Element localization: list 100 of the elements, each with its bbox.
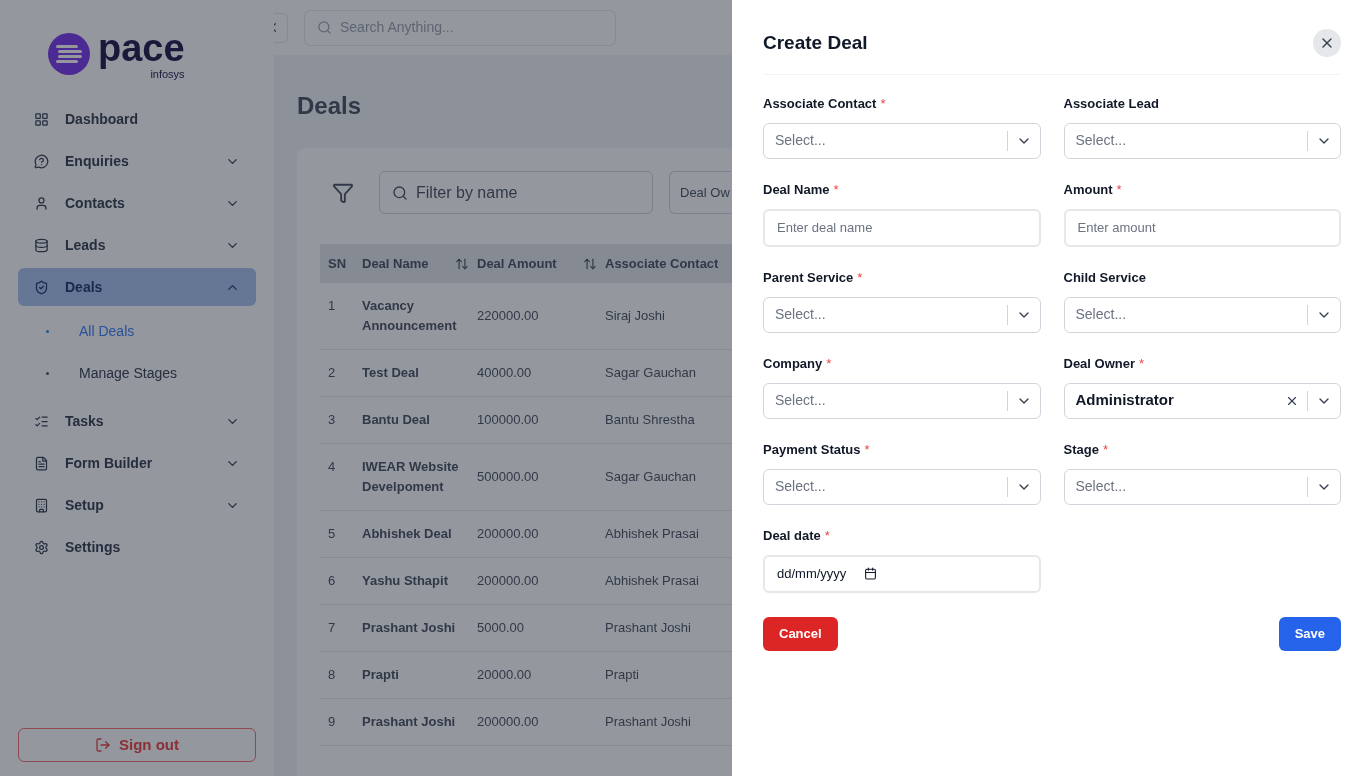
table-cell: Prashant Joshi bbox=[362, 620, 456, 635]
field-label: Deal Owner bbox=[1063, 354, 1136, 373]
select-field[interactable]: Select... bbox=[1063, 122, 1341, 159]
search-icon bbox=[317, 20, 332, 35]
required-mark: * bbox=[880, 94, 886, 113]
sidebar-item[interactable]: Leads bbox=[18, 226, 256, 264]
sign-out-button[interactable]: Sign out bbox=[18, 728, 256, 762]
table-cell: Prashant Joshi bbox=[605, 714, 691, 729]
field-label: Associate Lead bbox=[1063, 94, 1159, 113]
table-cell: Prapti bbox=[362, 667, 399, 682]
sidebar-item[interactable]: Setup bbox=[18, 486, 256, 524]
table-cell: Abhishek Prasai bbox=[605, 573, 699, 588]
close-button[interactable] bbox=[1313, 29, 1341, 58]
select-field[interactable]: Select... bbox=[763, 296, 1041, 333]
table-cell: 3 bbox=[328, 412, 336, 427]
table-cell: Test Deal bbox=[362, 365, 419, 380]
table-cell: 9 bbox=[328, 714, 336, 729]
table-cell: Prapti bbox=[605, 667, 639, 682]
table-cell: 200000.00 bbox=[477, 714, 539, 729]
page-title: Deals bbox=[297, 92, 362, 119]
required-mark: * bbox=[1116, 180, 1122, 199]
table-cell: 7 bbox=[328, 620, 336, 635]
table-cell: Abhishek Prasai bbox=[605, 526, 699, 541]
logo-icon bbox=[48, 33, 90, 75]
text-field[interactable]: Enter deal name bbox=[763, 208, 1041, 247]
field-label: Deal date bbox=[763, 526, 821, 545]
bullet-icon bbox=[46, 371, 49, 375]
table-cell: 20000.00 bbox=[477, 667, 532, 682]
grid-icon bbox=[34, 111, 49, 127]
table-cell: 5 bbox=[328, 526, 336, 541]
sidebar-item[interactable]: Settings bbox=[18, 528, 256, 566]
select-field[interactable]: Select... bbox=[763, 122, 1041, 159]
owner-filter[interactable]: Deal Ow bbox=[669, 171, 731, 214]
table-cell: 100000.00 bbox=[477, 412, 539, 427]
calendar-icon[interactable] bbox=[864, 567, 878, 580]
sidebar-item[interactable]: Dashboard bbox=[18, 100, 256, 138]
sidebar-item[interactable]: Form Builder bbox=[18, 444, 256, 482]
save-button[interactable]: Save bbox=[1278, 616, 1341, 651]
sidebar-item[interactable]: Contacts bbox=[18, 184, 256, 222]
table-cell: Prashant Joshi bbox=[605, 620, 691, 635]
building-icon bbox=[34, 497, 49, 513]
bullet-icon bbox=[46, 329, 49, 333]
required-mark: * bbox=[833, 180, 839, 199]
document-icon bbox=[34, 455, 49, 471]
table-cell: 1 bbox=[328, 298, 336, 313]
table-cell: Vacancy Announcement bbox=[362, 298, 457, 333]
user-icon bbox=[34, 195, 49, 211]
search-icon bbox=[392, 184, 408, 201]
table-cell: 8 bbox=[328, 667, 336, 682]
list-icon bbox=[34, 413, 49, 429]
table-cell: 220000.00 bbox=[477, 308, 539, 323]
column-header[interactable]: Deal Amount bbox=[477, 253, 557, 274]
field-label: Amount bbox=[1063, 180, 1113, 199]
table-cell: Bantu Shrestha bbox=[605, 412, 695, 427]
required-mark: * bbox=[826, 354, 832, 373]
required-mark: * bbox=[1102, 440, 1108, 459]
required-mark: * bbox=[824, 526, 830, 545]
submenu-item[interactable]: Manage Stages bbox=[79, 362, 178, 384]
filter-icon[interactable] bbox=[332, 181, 354, 204]
table-cell: 4 bbox=[328, 459, 336, 474]
date-field[interactable]: dd/mm/yyyy bbox=[763, 554, 1041, 593]
table-cell: Siraj Joshi bbox=[605, 308, 665, 323]
sidebar-item[interactable]: Enquiries bbox=[18, 142, 256, 180]
drawer-title: Create Deal bbox=[763, 31, 868, 55]
filter-field[interactable]: Filter by name bbox=[379, 171, 653, 214]
select-field[interactable]: Administrator bbox=[1063, 382, 1341, 419]
table-cell: 5000.00 bbox=[477, 620, 524, 635]
shield-icon bbox=[34, 279, 49, 295]
cancel-button[interactable]: Cancel bbox=[763, 616, 838, 651]
sidebar-item[interactable]: Tasks bbox=[18, 402, 256, 440]
select-field[interactable]: Select... bbox=[763, 382, 1041, 419]
field-label: Child Service bbox=[1063, 268, 1146, 287]
text-field[interactable]: Enter amount bbox=[1063, 208, 1341, 247]
table-cell: Bantu Deal bbox=[362, 412, 430, 427]
table-cell: Abhishek Deal bbox=[362, 526, 452, 541]
column-header[interactable]: Deal Name bbox=[362, 253, 429, 274]
field-label: Company bbox=[763, 354, 823, 373]
submenu-item[interactable]: All Deals bbox=[79, 320, 135, 342]
select-field[interactable]: Select... bbox=[763, 468, 1041, 505]
field-label: Deal Name bbox=[763, 180, 830, 199]
table-cell: IWEAR Website Develpoment bbox=[362, 459, 459, 494]
table-cell: 6 bbox=[328, 573, 336, 588]
sidebar-item[interactable]: Deals bbox=[18, 268, 256, 306]
table-cell: Prashant Joshi bbox=[362, 714, 456, 729]
select-field[interactable]: Select... bbox=[1063, 296, 1341, 333]
required-mark: * bbox=[857, 268, 863, 287]
settings-icon bbox=[34, 539, 49, 555]
field-label: Associate Contact bbox=[763, 94, 877, 113]
sort-icon[interactable] bbox=[455, 256, 469, 271]
table-cell: 200000.00 bbox=[477, 573, 539, 588]
column-header: SN bbox=[328, 254, 347, 273]
logo-wordmark: pace bbox=[98, 28, 185, 68]
database-icon bbox=[34, 237, 49, 253]
table-cell: 200000.00 bbox=[477, 526, 539, 541]
sort-icon[interactable] bbox=[583, 256, 597, 271]
table-cell: Sagar Gauchan bbox=[605, 469, 697, 484]
column-header: Associate Contact bbox=[605, 254, 719, 273]
table-cell: Sagar Gauchan bbox=[605, 365, 697, 380]
select-field[interactable]: Select... bbox=[1063, 468, 1341, 505]
chat-icon bbox=[34, 153, 49, 169]
